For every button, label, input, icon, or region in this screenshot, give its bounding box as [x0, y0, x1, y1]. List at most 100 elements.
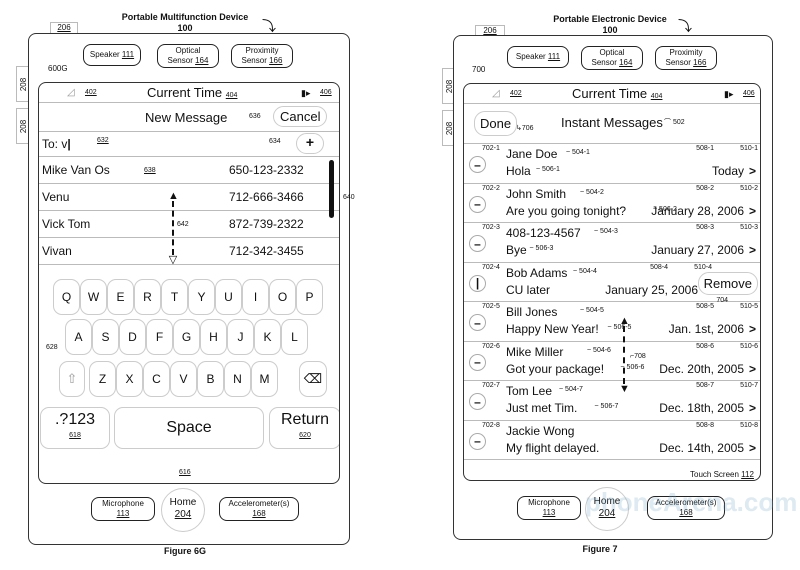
chevron-right-icon[interactable]: > [749, 164, 756, 178]
home-button[interactable]: Home 204 [161, 488, 205, 532]
arrow-ref: 510-8 [740, 421, 758, 429]
contact-row[interactable]: Venu 712-666-3466 [39, 184, 339, 211]
message-row[interactable]: – 702-1 Jane Doe ~ 504-1 Hola ~ 506-1 Today 508… [464, 144, 760, 184]
header-title: New Message [145, 110, 228, 125]
proximity-sensor-label: Proximity Sensor 166 [231, 44, 293, 68]
key-s[interactable]: S [92, 319, 119, 355]
key-j[interactable]: J [227, 319, 254, 355]
message-row[interactable]: | 702-4 Bob Adams ~ 504-4 CU later January 25… [464, 263, 760, 304]
space-key[interactable]: Space [114, 407, 264, 449]
message-row[interactable]: – 702-7 Tom Lee ~ 504-7 Just met Tim. ~ 506-7… [464, 381, 760, 421]
row-ref: 702-8 [482, 421, 500, 429]
message-date: Dec. 18th, 2005 [659, 401, 744, 415]
key-q[interactable]: Q [53, 279, 80, 315]
message-list: – 702-1 Jane Doe ~ 504-1 Hola ~ 506-1 Today 508… [464, 144, 760, 460]
key-t[interactable]: T [161, 279, 188, 315]
delete-minus-icon[interactable]: – [469, 156, 486, 173]
delete-minus-icon[interactable]: – [469, 195, 486, 213]
chevron-right-icon[interactable]: > [749, 362, 756, 376]
key-h[interactable]: H [200, 319, 227, 355]
signal-icon: ◿ [67, 87, 75, 98]
done-button[interactable]: Done [474, 111, 518, 136]
message-date: Jan. 1st, 2006 [668, 322, 744, 336]
message-preview: Got your package! [506, 361, 605, 376]
key-i[interactable]: I [242, 279, 269, 315]
scrollbar[interactable] [329, 160, 334, 218]
chevron-right-icon[interactable]: > [749, 441, 756, 455]
numbers-key[interactable]: .?123 618 [40, 407, 110, 449]
add-contact-button[interactable]: + [296, 133, 324, 154]
key-r[interactable]: R [134, 279, 161, 315]
arrow-ref: 510-6 [740, 342, 758, 350]
message-preview: Bye [506, 243, 527, 257]
message-row[interactable]: – 702-6 Mike Miller ~ 504-6 Got your package… [464, 342, 760, 381]
key-p[interactable]: P [296, 279, 323, 315]
key-a[interactable]: A [65, 319, 92, 355]
battery-ref: 406 [320, 89, 332, 96]
message-row[interactable]: – 702-2 John Smith ~ 504-2 Are you going ton… [464, 184, 760, 223]
contact-row[interactable]: Vick Tom 642 872-739-2322 [39, 211, 339, 238]
delete-minus-icon[interactable]: – [469, 314, 486, 331]
message-row[interactable]: – 702-3 408-123-4567 ~ 504-3 Bye ~ 506-3 Janua… [464, 223, 760, 263]
add-ref: 634 [269, 138, 281, 145]
key-n[interactable]: N [224, 361, 251, 397]
to-field[interactable]: To: v| 632 634 + [39, 132, 339, 157]
date-ref: 508-3 [696, 224, 714, 231]
delete-minus-icon[interactable]: – [469, 393, 486, 410]
shift-ref: 628 [46, 344, 58, 351]
message-row[interactable]: –702-5 Bill Jones ~ 504-5 Happy New Year! ~ … [464, 302, 760, 342]
key-c[interactable]: C [143, 361, 170, 397]
delete-key[interactable]: ⌫ [299, 361, 327, 397]
key-l[interactable]: L [281, 319, 308, 355]
remove-button[interactable]: Remove [697, 271, 758, 295]
chevron-right-icon[interactable]: > [749, 322, 756, 336]
date-ref: 508-2 [696, 184, 714, 192]
sender-name: Jane Doe [506, 147, 558, 161]
key-m[interactable]: M [251, 361, 278, 397]
key-d[interactable]: D [119, 319, 146, 355]
sender-ref: ~ 504-7 [559, 386, 583, 393]
row-ref: 702-2 [482, 184, 500, 192]
sender-name: Tom Lee [506, 384, 553, 398]
speaker-label: Speaker 111 [83, 44, 141, 66]
chevron-right-icon[interactable]: > [749, 401, 756, 415]
sender-name: 408-123-4567 [506, 226, 581, 240]
screen-ref: 600G [48, 64, 68, 73]
key-y[interactable]: Y [188, 279, 215, 315]
key-w[interactable]: W [80, 279, 107, 315]
right-touch-screen: ◿ 402 Current Time 404 ▮▸ 406 Done ↳706 … [463, 83, 761, 481]
contact-row[interactable]: Vivan 712-342-3455 [39, 238, 339, 265]
sender-ref: ~ 504-3 [594, 228, 618, 235]
key-u[interactable]: U [215, 279, 242, 315]
contact-row[interactable]: Mike Van Os 638 650-123-2332 [39, 157, 339, 184]
instant-messages-header: Done ↳706 Instant Messages ⌒ 502 [464, 104, 760, 144]
key-g[interactable]: G [173, 319, 200, 355]
key-b[interactable]: B [197, 361, 224, 397]
message-date: Dec. 14th, 2005 [659, 440, 744, 455]
cancel-button[interactable]: Cancel [273, 106, 328, 127]
date-ref: 508-4 [650, 263, 668, 271]
arrow-ref: 510-3 [740, 224, 758, 231]
sender-name: Bill Jones [506, 305, 558, 319]
chevron-right-icon[interactable]: > [749, 204, 756, 218]
message-row[interactable]: – 702-8 Jackie Wong My flight delayed. Dec. … [464, 421, 760, 460]
key-v[interactable]: V [170, 361, 197, 397]
shift-key[interactable]: ⇧ [59, 361, 85, 397]
contact-name: Vick Tom [42, 217, 91, 231]
sender-ref: ~ 504-5 [580, 307, 604, 314]
key-e[interactable]: E [107, 279, 134, 315]
delete-minus-icon[interactable]: – [469, 353, 486, 371]
delete-minus-icon[interactable]: – [469, 432, 486, 450]
delete-minus-icon[interactable]: | [469, 274, 486, 292]
arrow-ref: 510-2 [740, 184, 758, 192]
key-f[interactable]: F [146, 319, 173, 355]
key-k[interactable]: K [254, 319, 281, 355]
delete-minus-icon[interactable]: – [469, 235, 486, 252]
key-z[interactable]: Z [89, 361, 116, 397]
signal-ref: 402 [85, 89, 97, 96]
key-o[interactable]: O [269, 279, 296, 315]
return-key[interactable]: Return 620 [269, 407, 339, 449]
chevron-right-icon[interactable]: > [749, 243, 756, 257]
preview-ref: ~ 506-1 [536, 166, 560, 173]
key-x[interactable]: X [116, 361, 143, 397]
